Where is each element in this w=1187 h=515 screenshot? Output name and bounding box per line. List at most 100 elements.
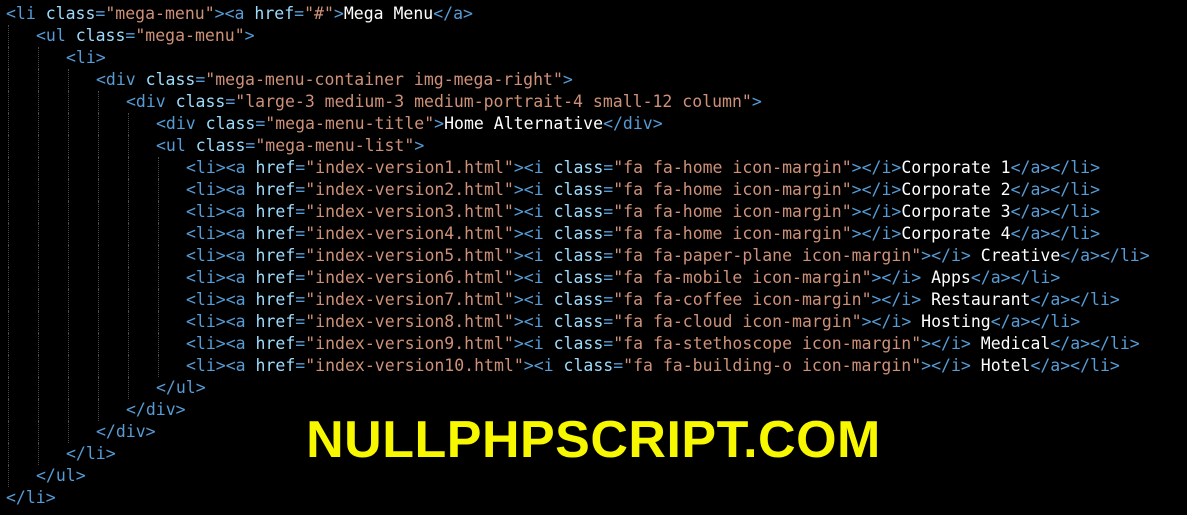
code-token-tag: = [125,26,136,45]
code-editor[interactable]: <li class="mega-menu"><a href="#">Mega M… [0,0,1187,515]
indent-guide [128,311,129,333]
code-token-attr: href [254,4,295,23]
code-line: <li><a href="index-version4.html"><i cla… [186,223,1100,245]
code-token-attr: class [553,268,604,287]
code-token-str: "index-version1.html" [305,158,514,177]
code-token-tag: ><i [513,334,554,353]
code-token-tag: ></i> [861,312,912,331]
indent-guide [38,91,39,113]
code-token-str: "large-3 medium-3 medium-portrait-4 smal… [235,92,752,111]
code-token-attr: href [255,224,296,243]
indent-guide [98,289,99,311]
code-token-str: "index-version9.html" [305,334,514,353]
indent-guide [38,355,39,377]
code-token-tag: ><i [513,158,554,177]
code-token-attr: class [553,202,604,221]
indent-guide [38,47,39,69]
code-token-str: "fa fa-coffee icon-margin" [613,290,872,309]
code-token-attr: class [45,4,96,23]
code-token-attr: class [195,136,246,155]
indent-guide [68,245,69,267]
code-line: <li class="mega-menu"><a href="#">Mega M… [6,3,473,25]
code-token-attr: class [205,114,256,133]
code-token-tag: </a></li> [1050,334,1140,353]
code-token-text: Corporate 1 [901,158,1011,177]
code-token-tag: = [295,202,306,221]
code-token-tag: ></i> [851,180,902,199]
code-token-tag: = [225,92,236,111]
code-line: <li><a href="index-version7.html"><i cla… [186,289,1120,311]
code-token-tag: <ul [36,26,76,45]
code-token-tag: ><i [513,246,554,265]
code-token-text: Medical [970,334,1051,353]
code-line: <div class="mega-menu-title">Home Altern… [156,113,663,135]
code-token-text: Hosting [911,312,991,331]
code-token-tag: ></i> [871,268,922,287]
code-token-tag: = [295,246,306,265]
code-token-tag: ></i> [921,334,971,353]
code-token-tag: = [603,224,614,243]
code-token-tag: </a></li> [1010,224,1100,243]
code-token-tag: = [295,268,306,287]
code-token-str: "index-version10.html" [305,356,524,375]
indent-guide [98,179,99,201]
code-token-tag: <div [156,114,206,133]
code-token-attr: href [255,180,296,199]
code-line: <li><a href="index-version3.html"><i cla… [186,201,1100,223]
indent-guide [8,25,9,47]
code-token-tag: = [295,290,306,309]
code-token-tag: <li><a [186,246,256,265]
code-line: <ul class="mega-menu"> [36,25,255,47]
indent-guide [68,267,69,289]
code-token-tag: </a></li> [1030,356,1120,375]
code-token-tag: ><i [513,180,554,199]
code-token-str: "mega-menu-container img-mega-right" [205,70,563,89]
indent-guide [158,355,159,377]
code-token-tag: </a></li> [1010,202,1100,221]
code-token-tag: <li><a [186,334,256,353]
code-token-tag: ></i> [921,246,971,265]
code-token-attr: href [255,334,296,353]
indent-guide [68,289,69,311]
indent-guide [98,377,99,399]
code-token-attr: href [255,268,296,287]
code-token-str: "index-version2.html" [305,180,514,199]
code-token-tag: = [603,202,614,221]
indent-guide [8,47,9,69]
code-token-str: "fa fa-stethoscope icon-margin" [613,334,922,353]
indent-guide [128,267,129,289]
code-token-tag: = [245,136,256,155]
indent-guide [98,135,99,157]
code-token-tag: </a> [433,4,473,23]
code-token-text: Apps [921,268,971,287]
code-token-attr: class [553,312,604,331]
code-token-tag: ></i> [851,158,902,177]
code-token-str: "fa fa-building-o icon-margin" [623,356,922,375]
indent-guide [38,201,39,223]
code-line: </li> [6,487,56,509]
indent-guide [68,69,69,91]
indent-guide [38,135,39,157]
code-token-str: "fa fa-home icon-margin" [613,158,852,177]
code-token-tag: </a></li> [1010,158,1100,177]
indent-guide [38,179,39,201]
code-token-tag: <div [96,70,146,89]
code-token-tag: <li><a [186,180,256,199]
code-token-tag: = [603,312,614,331]
code-token-tag: ></i> [921,356,971,375]
code-token-tag: <li><a [186,356,256,375]
indent-guide [68,311,69,333]
code-token-tag: </li> [6,488,56,507]
code-token-tag: </a></li> [1010,180,1100,199]
code-token-tag: = [195,70,206,89]
indent-guide [8,355,9,377]
code-token-text: Corporate 3 [901,202,1011,221]
code-token-tag: > [562,70,573,89]
code-token-tag: <li><a [186,268,256,287]
code-token-attr: class [175,92,226,111]
code-token-tag: ><i [513,290,554,309]
code-token-text: Restaurant [921,290,1031,309]
code-token-tag: = [603,246,614,265]
indent-guide [8,377,9,399]
indent-guide [8,267,9,289]
